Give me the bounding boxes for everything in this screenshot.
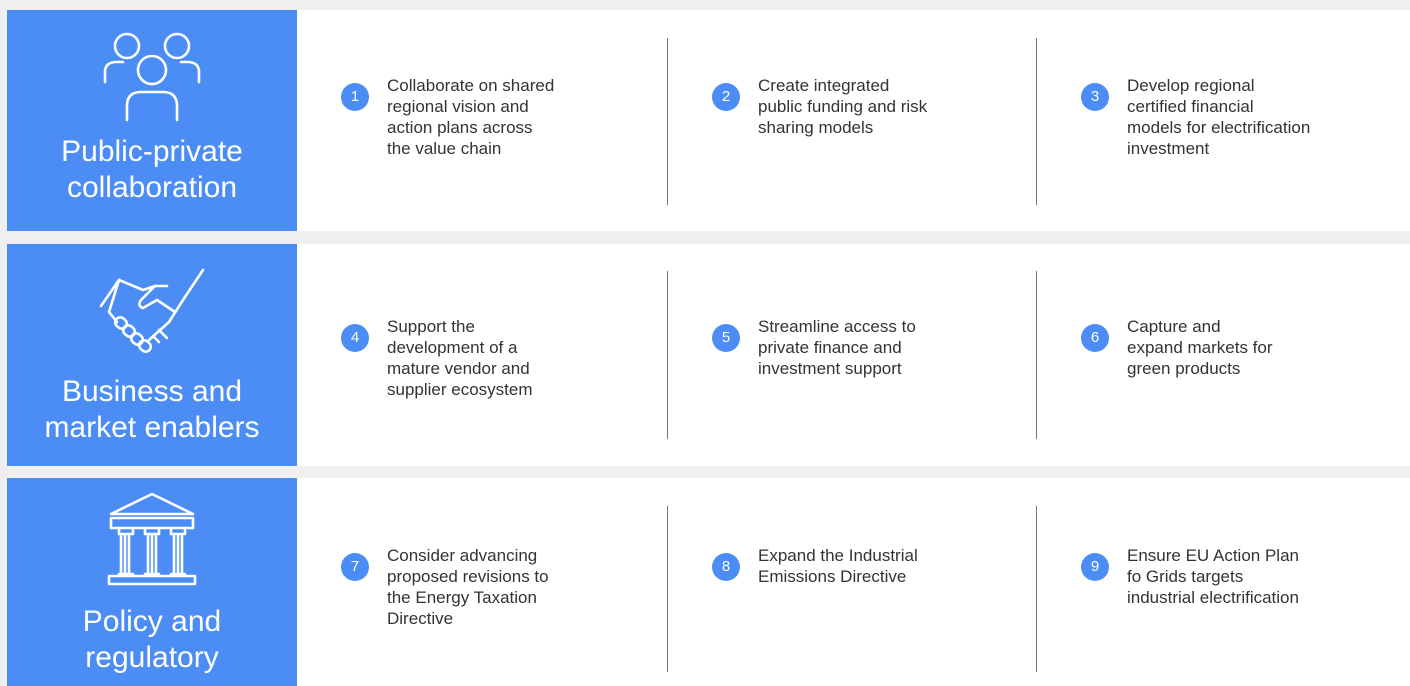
row-public-private-collaboration: Public-private collaboration 1 Collabora… [7, 10, 1410, 231]
recommendation-text: Collaborate on shared regional vision an… [387, 76, 555, 158]
number-badge: 9 [1081, 553, 1109, 581]
recommendation-text: Create integrated public funding and ris… [758, 76, 928, 137]
recommendation-item: 6 Capture and expand markets for green p… [1037, 244, 1410, 466]
recommendation-item: 5 Streamline access to private finance a… [668, 244, 1037, 466]
handshake-icon [97, 266, 207, 366]
number-badge: 7 [341, 553, 369, 581]
category-panel: Business and market enablers [7, 244, 297, 466]
category-panel: Public-private collaboration [7, 10, 297, 231]
recommendation-item: 3 Develop regional certified financial m… [1037, 10, 1410, 231]
recommendation-item: 8 Expand the Industrial Emissions Direct… [668, 478, 1037, 686]
category-panel: Policy and regulatory [7, 478, 297, 686]
number-badge: 1 [341, 83, 369, 111]
items-panel: 1 Collaborate on shared regional vision … [297, 10, 1410, 231]
recommendation-item: 4 Support the development of a mature ve… [297, 244, 668, 466]
number-badge: 3 [1081, 83, 1109, 111]
recommendation-text: Develop regional certified financial mod… [1127, 76, 1311, 158]
recommendation-item: 7 Consider advancing proposed revisions … [297, 478, 668, 686]
number-badge: 8 [712, 553, 740, 581]
recommendation-item: 1 Collaborate on shared regional vision … [297, 10, 668, 231]
number-badge: 4 [341, 324, 369, 352]
category-label: Public-private collaboration [61, 135, 243, 204]
recommendation-text: Support the development of a mature vend… [387, 317, 533, 399]
row-policy-and-regulatory: Policy and regulatory 7 Consider advanci… [7, 478, 1410, 686]
number-badge: 6 [1081, 324, 1109, 352]
number-badge: 5 [712, 324, 740, 352]
items-panel: 7 Consider advancing proposed revisions … [297, 478, 1410, 686]
government-building-icon [97, 490, 207, 590]
recommendation-text: Expand the Industrial Emissions Directiv… [758, 546, 918, 586]
category-label: Policy and regulatory [82, 605, 222, 674]
recommendation-text: Ensure EU Action Plan fo Grids targets i… [1127, 546, 1299, 607]
recommendation-item: 2 Create integrated public funding and r… [668, 10, 1037, 231]
category-label: Business and market enablers [44, 375, 260, 444]
recommendation-text: Streamline access to private finance and… [758, 317, 916, 378]
items-panel: 4 Support the development of a mature ve… [297, 244, 1410, 466]
recommendations-grid: Public-private collaboration 1 Collabora… [7, 10, 1410, 686]
recommendation-text: Capture and expand markets for green pro… [1127, 317, 1273, 378]
number-badge: 2 [712, 83, 740, 111]
recommendation-text: Consider advancing proposed revisions to… [387, 546, 549, 628]
recommendation-item: 9 Ensure EU Action Plan fo Grids targets… [1037, 478, 1410, 686]
row-business-and-market-enablers: Business and market enablers 4 Support t… [7, 244, 1410, 466]
people-group-icon [97, 24, 207, 124]
